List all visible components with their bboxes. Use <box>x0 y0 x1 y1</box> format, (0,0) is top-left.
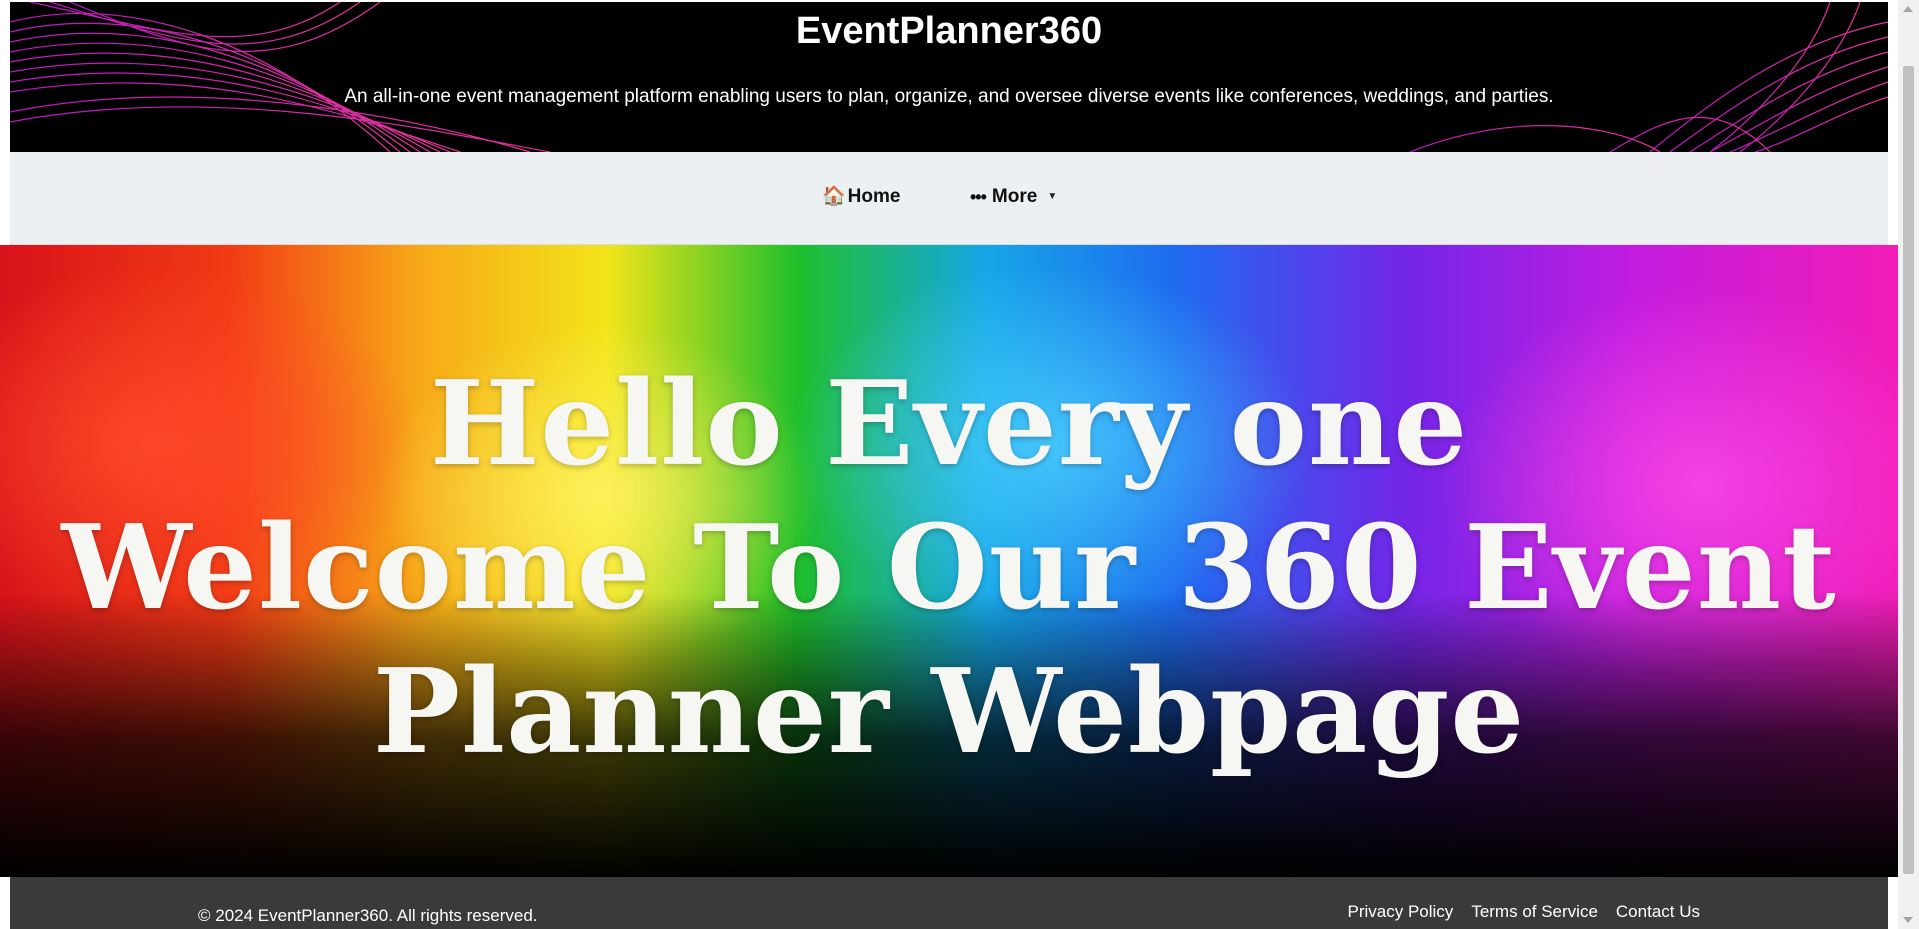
terms-of-service-link[interactable]: Terms of Service <box>1471 902 1598 922</box>
page: EventPlanner360 An all-in-one event mana… <box>0 0 1898 929</box>
scroll-down-arrow-icon[interactable] <box>1903 917 1913 923</box>
site-title: EventPlanner360 <box>795 10 1103 52</box>
chevron-down-icon: ▼ <box>1047 191 1058 202</box>
hero-line-2: Welcome To Our 360 Event <box>61 500 1837 636</box>
copyright-text: © 2024 EventPlanner360. All rights reser… <box>198 906 538 925</box>
house-icon: 🏠 <box>822 186 846 207</box>
scroll-up-arrow-icon[interactable] <box>1903 6 1913 12</box>
vertical-scrollbar[interactable] <box>1898 0 1919 929</box>
privacy-policy-link[interactable]: Privacy Policy <box>1348 902 1454 922</box>
site-header: EventPlanner360 An all-in-one event mana… <box>10 2 1888 152</box>
site-footer: © 2024 EventPlanner360. All rights reser… <box>10 877 1888 929</box>
main-nav: 🏠 Home ••• More ▼ <box>10 152 1888 245</box>
hero-banner: Hello Every one Welcome To Our 360 Event… <box>0 245 1898 877</box>
nav-home-link[interactable]: 🏠 Home <box>822 184 900 210</box>
nav-more-dropdown[interactable]: ••• More ▼ <box>970 184 1057 210</box>
footer-links: Privacy Policy Terms of Service Contact … <box>1348 902 1701 922</box>
dots-icon: ••• <box>970 187 987 207</box>
hero-line-1: Hello Every one <box>429 356 1469 492</box>
hero-line-3: Planner Webpage <box>372 644 1526 780</box>
site-tagline: An all-in-one event management platform … <box>344 86 1554 107</box>
nav-home-label: Home <box>847 186 901 207</box>
scrollbar-thumb[interactable] <box>1903 66 1914 874</box>
hero-heading: Hello Every one Welcome To Our 360 Event… <box>0 352 1898 784</box>
nav-more-label: More <box>991 186 1038 207</box>
contact-us-link[interactable]: Contact Us <box>1616 902 1700 922</box>
